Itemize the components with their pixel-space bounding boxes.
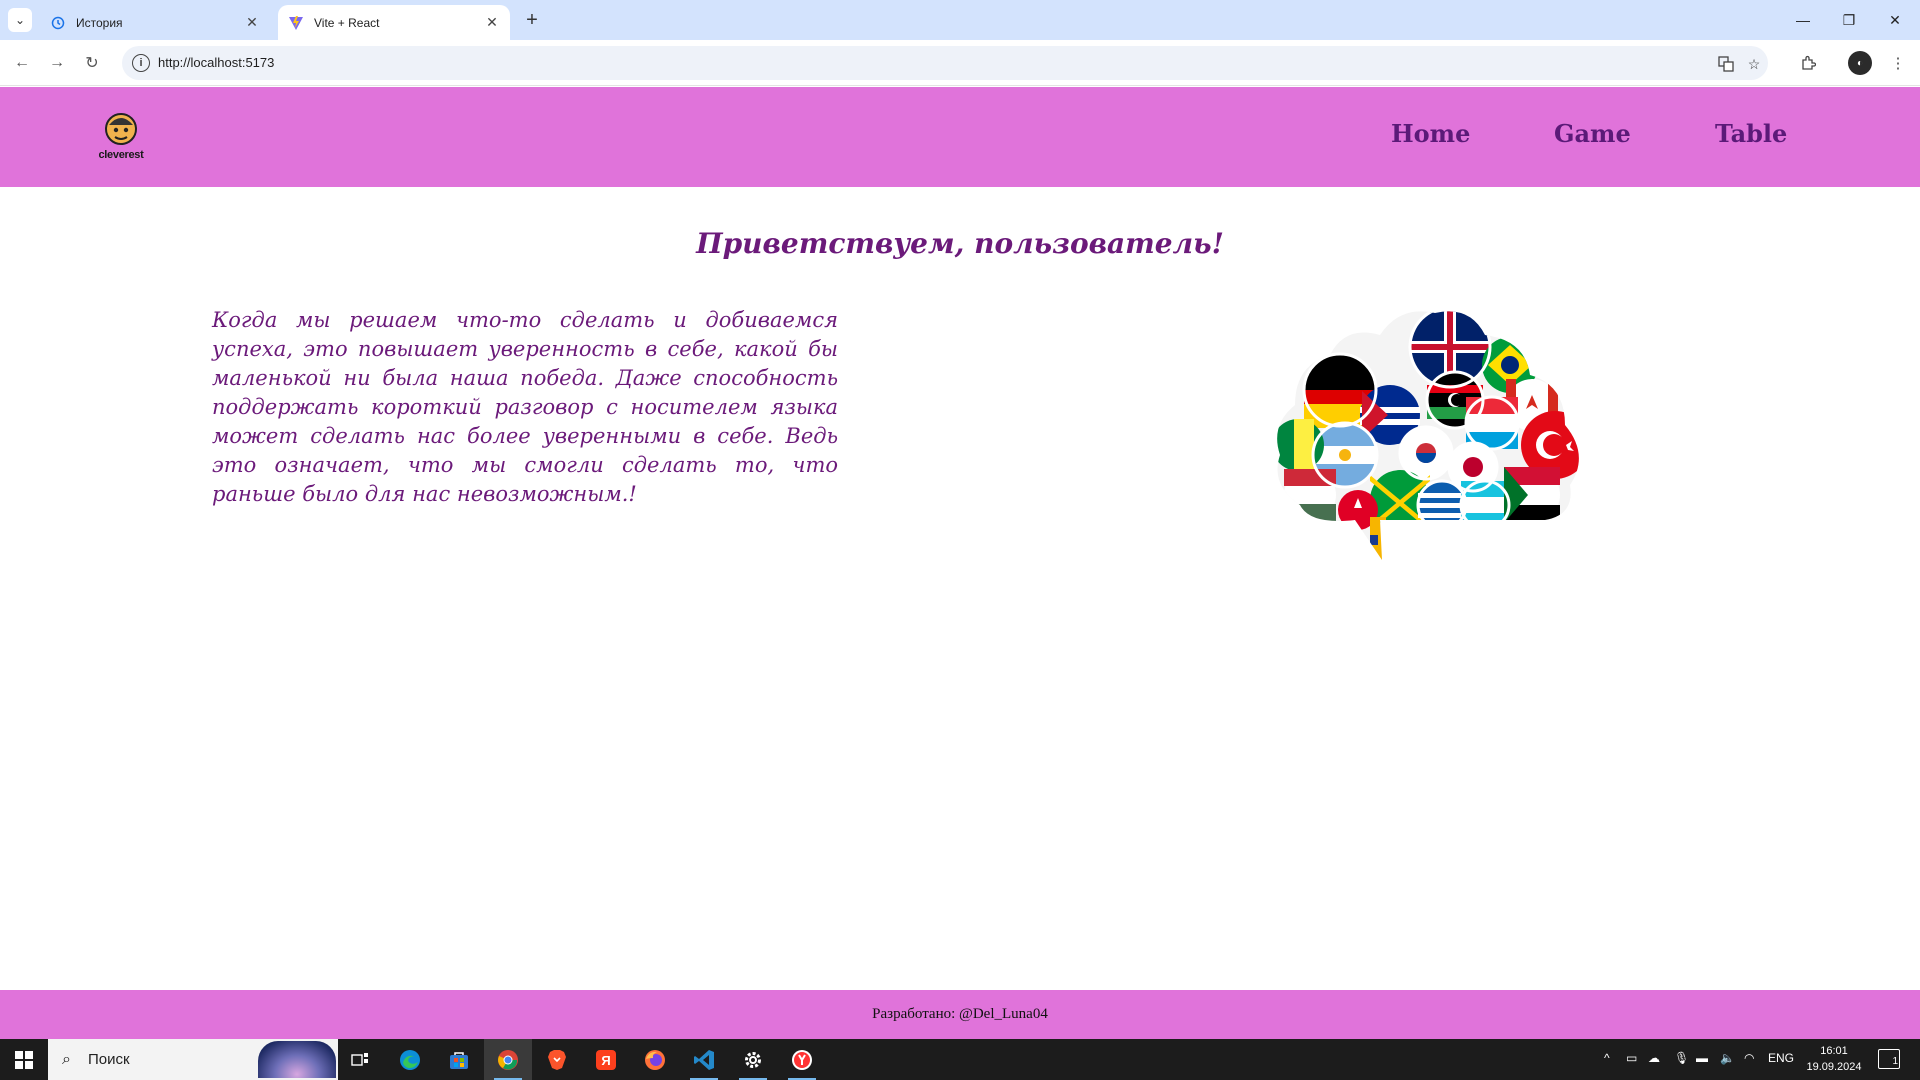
edge-icon[interactable] [386,1039,434,1080]
close-icon[interactable]: ✕ [244,14,260,31]
network-wifi-icon[interactable]: ◠ [1744,1051,1754,1065]
close-window-button[interactable]: ✕ [1872,0,1918,40]
chevron-down-icon: ⌄ [14,13,26,27]
tab-history[interactable]: История ✕ [40,5,270,40]
minimize-button[interactable]: — [1780,0,1826,40]
start-button[interactable] [0,1039,48,1080]
taskbar-search[interactable]: ⌕ Поиск [48,1039,338,1080]
taskbar-clock[interactable]: 16:01 19.09.2024 [1800,1043,1868,1075]
profile-avatar[interactable]: ◐ [1848,51,1872,75]
task-view-icon[interactable] [336,1039,384,1080]
translate-icon[interactable] [1716,54,1736,74]
search-highlight-image [258,1041,336,1078]
meet-now-icon[interactable]: ▭ [1626,1051,1637,1065]
settings-gear-icon[interactable] [729,1039,777,1080]
tab-search-button[interactable]: ⌄ [8,8,32,32]
chrome-icon[interactable] [484,1039,532,1080]
svg-text:Я: Я [601,1053,610,1068]
site-header: cleverest Home Game Table [0,87,1920,187]
yandex-icon[interactable]: Я [582,1039,630,1080]
intro-paragraph: Когда мы решаем что-то сделать и добивае… [212,308,838,506]
extensions-icon[interactable] [1796,51,1820,75]
history-icon [50,15,66,31]
onedrive-cloud-icon[interactable]: ☁ [1648,1051,1660,1065]
notification-count: 1 [1892,1056,1898,1067]
back-button[interactable]: ← [10,51,34,75]
nav-table[interactable]: Table [1715,119,1787,148]
flags-cloud-image [1277,311,1579,560]
search-placeholder: Поиск [88,1051,130,1068]
vscode-icon[interactable] [680,1039,728,1080]
notification-center-button[interactable]: 1 [1878,1049,1900,1069]
logo-text: cleverest [98,149,144,161]
firefox-icon[interactable] [631,1039,679,1080]
tab-title: Vite + React [314,15,380,30]
new-tab-button[interactable]: + [520,8,544,32]
clock-date: 19.09.2024 [1806,1061,1862,1073]
forward-button[interactable]: → [45,51,69,75]
yandex-browser-icon[interactable] [778,1039,826,1080]
language-indicator[interactable]: ENG [1768,1051,1794,1065]
store-icon[interactable] [435,1039,483,1080]
volume-icon[interactable]: 🔈 [1720,1051,1735,1065]
brave-icon[interactable] [533,1039,581,1080]
microphone-icon[interactable]: 🎙 [1674,1051,1689,1065]
address-bar[interactable]: i http://localhost:5173 ☆ [122,46,1768,80]
browser-tabstrip: ⌄ История ✕ Vite + React ✕ + — ❐ ✕ [0,0,1920,40]
windows-icon [15,1050,33,1069]
clock-time: 16:01 [1820,1045,1848,1057]
menu-kebab-icon[interactable]: ⋮ [1886,51,1910,75]
footer-credit: Разработано: @Del_Luna04 [872,1006,1048,1022]
reload-button[interactable]: ↻ [80,51,104,75]
vite-icon [288,15,304,31]
browser-toolbar: ← → ↻ i http://localhost:5173 ☆ ◐ ⋮ [0,40,1920,86]
tab-vite-react[interactable]: Vite + React ✕ [278,5,510,40]
page-viewport: cleverest Home Game Table Приветствуем, … [0,87,1920,1039]
show-hidden-icons-chevron-icon[interactable]: ^ [1604,1051,1610,1065]
site-info-icon[interactable]: i [132,54,150,72]
bookmark-star-icon[interactable]: ☆ [1744,54,1764,74]
site-footer: Разработано: @Del_Luna04 [0,990,1920,1039]
url-text[interactable]: http://localhost:5173 [158,55,274,70]
close-icon[interactable]: ✕ [484,14,500,31]
restore-button[interactable]: ❐ [1826,0,1872,40]
windows-taskbar: ⌕ Поиск Я ^ ▭ ☁ 🎙 ▬ 🔈 ◠ ENG 16:01 19.09.… [0,1039,1920,1080]
page-heading: Приветствуем, пользователь! [696,227,1224,260]
nav-game[interactable]: Game [1554,119,1631,148]
site-logo[interactable]: cleverest [96,109,146,165]
battery-icon[interactable]: ▬ [1696,1051,1708,1065]
search-icon: ⌕ [62,1051,71,1068]
nav-home[interactable]: Home [1391,119,1470,148]
tab-title: История [76,15,123,30]
logo-icon [105,113,137,145]
